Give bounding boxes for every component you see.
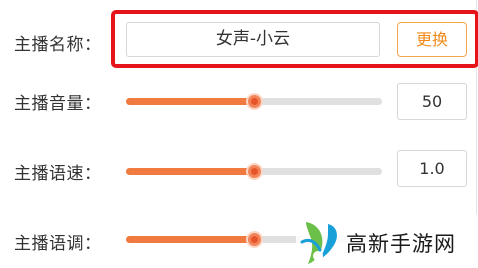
speed-label: 主播语速： xyxy=(14,164,102,184)
anchor-name-label: 主播名称： xyxy=(14,35,102,55)
pitch-slider-thumb[interactable] xyxy=(248,233,261,246)
pitch-label: 主播语调： xyxy=(14,234,102,254)
speed-value-field[interactable]: 1.0 xyxy=(397,150,467,187)
pitch-slider-fill xyxy=(126,236,254,243)
volume-value-field[interactable]: 50 xyxy=(397,83,467,120)
anchor-name-field[interactable]: 女声-小云 xyxy=(126,22,380,57)
volume-label: 主播音量： xyxy=(14,94,102,114)
gaoxin-logo-icon xyxy=(300,222,337,264)
change-anchor-button[interactable]: 更换 xyxy=(397,22,467,57)
volume-slider-thumb[interactable] xyxy=(248,95,261,108)
speed-slider-fill xyxy=(126,168,254,175)
speed-slider[interactable] xyxy=(126,165,382,178)
volume-slider-fill xyxy=(126,98,254,105)
watermark-text: 高新手游网 xyxy=(346,232,456,256)
speed-slider-thumb[interactable] xyxy=(248,165,261,178)
watermark: 高新手游网 xyxy=(296,214,478,268)
volume-slider[interactable] xyxy=(126,95,382,108)
